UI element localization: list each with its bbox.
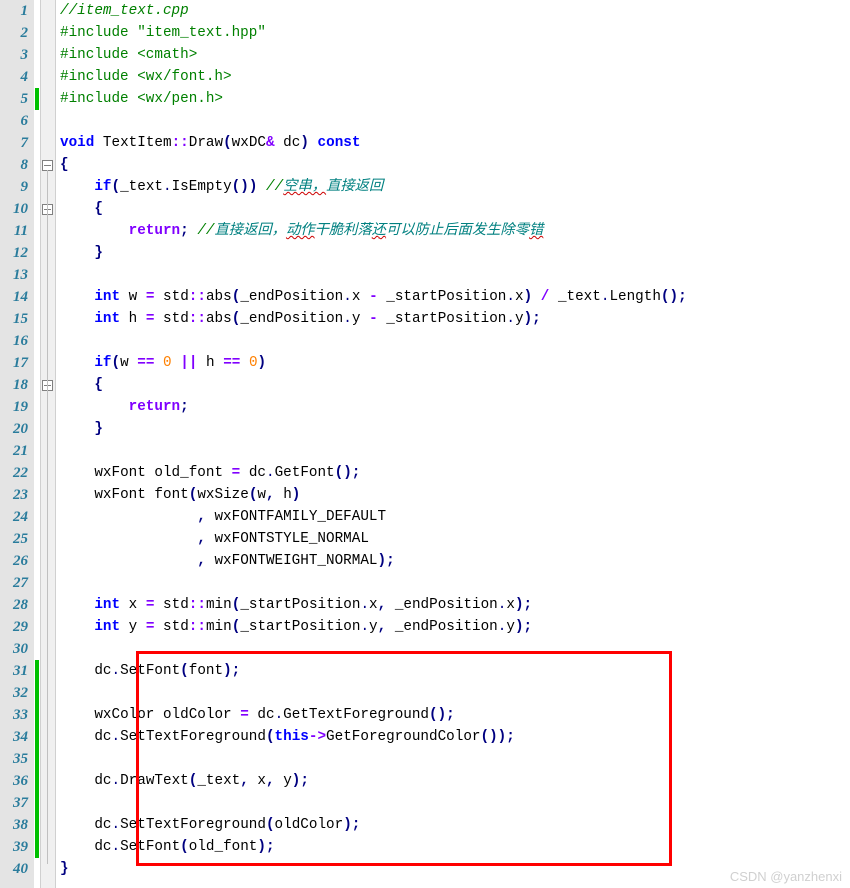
code-line[interactable]: wxFont font(wxSize(w, h)	[56, 484, 850, 506]
line-number: 15	[0, 308, 28, 330]
code-line[interactable]: #include <wx/pen.h>	[56, 88, 850, 110]
line-number: 38	[0, 814, 28, 836]
line-number: 30	[0, 638, 28, 660]
code-line[interactable]: int y = std::min(_startPosition.y, _endP…	[56, 616, 850, 638]
code-line[interactable]	[56, 638, 850, 660]
code-line[interactable]: , wxFONTWEIGHT_NORMAL);	[56, 550, 850, 572]
code-line[interactable]: dc.DrawText(_text, x, y);	[56, 770, 850, 792]
code-line[interactable]: //item_text.cpp	[56, 0, 850, 22]
code-line[interactable]	[56, 682, 850, 704]
change-indicator	[35, 836, 39, 858]
code-line[interactable]	[56, 748, 850, 770]
code-line[interactable]: }	[56, 242, 850, 264]
code-line[interactable]: dc.SetTextForeground(this->GetForeground…	[56, 726, 850, 748]
line-number: 37	[0, 792, 28, 814]
line-number: 36	[0, 770, 28, 792]
change-indicator	[35, 748, 39, 770]
line-number: 17	[0, 352, 28, 374]
code-editor[interactable]: 1234567891011121314151617181920212223242…	[0, 0, 850, 888]
line-number: 33	[0, 704, 28, 726]
code-area[interactable]: //item_text.cpp#include "item_text.hpp"#…	[56, 0, 850, 888]
line-number: 4	[0, 66, 28, 88]
change-indicator	[35, 770, 39, 792]
line-number: 34	[0, 726, 28, 748]
line-number: 18	[0, 374, 28, 396]
code-line[interactable]	[56, 572, 850, 594]
change-indicator	[35, 726, 39, 748]
change-indicator	[35, 704, 39, 726]
line-number: 31	[0, 660, 28, 682]
line-number-gutter: 1234567891011121314151617181920212223242…	[0, 0, 34, 888]
line-number: 27	[0, 572, 28, 594]
code-line[interactable]	[56, 110, 850, 132]
line-number: 7	[0, 132, 28, 154]
change-indicator	[35, 792, 39, 814]
line-number: 13	[0, 264, 28, 286]
line-number: 22	[0, 462, 28, 484]
code-line[interactable]: }	[56, 418, 850, 440]
line-number: 39	[0, 836, 28, 858]
line-number: 2	[0, 22, 28, 44]
code-line[interactable]: {	[56, 198, 850, 220]
code-line[interactable]: #include <cmath>	[56, 44, 850, 66]
code-line[interactable]: {	[56, 374, 850, 396]
change-indicator	[35, 814, 39, 836]
code-line[interactable]: dc.SetFont(old_font);	[56, 836, 850, 858]
line-number: 19	[0, 396, 28, 418]
code-line[interactable]: #include <wx/font.h>	[56, 66, 850, 88]
line-number: 9	[0, 176, 28, 198]
line-number: 10	[0, 198, 28, 220]
code-line[interactable]: , wxFONTFAMILY_DEFAULT	[56, 506, 850, 528]
code-line[interactable]	[56, 792, 850, 814]
code-line[interactable]: void TextItem::Draw(wxDC& dc) const	[56, 132, 850, 154]
code-line[interactable]	[56, 330, 850, 352]
code-line[interactable]: wxFont old_font = dc.GetFont();	[56, 462, 850, 484]
code-line[interactable]: dc.SetFont(font);	[56, 660, 850, 682]
line-number: 21	[0, 440, 28, 462]
code-line[interactable]: , wxFONTSTYLE_NORMAL	[56, 528, 850, 550]
code-line[interactable]: int w = std::abs(_endPosition.x - _start…	[56, 286, 850, 308]
line-number: 6	[0, 110, 28, 132]
code-line[interactable]: dc.SetTextForeground(oldColor);	[56, 814, 850, 836]
code-line[interactable]: #include "item_text.hpp"	[56, 22, 850, 44]
code-line[interactable]: return;	[56, 396, 850, 418]
code-line[interactable]: }	[56, 858, 850, 880]
line-number: 14	[0, 286, 28, 308]
code-line[interactable]: if(_text.IsEmpty()) //空串，直接返回	[56, 176, 850, 198]
line-number: 23	[0, 484, 28, 506]
fold-guide-line	[47, 170, 48, 864]
change-indicator	[35, 660, 39, 682]
code-line[interactable]: {	[56, 154, 850, 176]
code-line[interactable]: int x = std::min(_startPosition.x, _endP…	[56, 594, 850, 616]
line-number: 26	[0, 550, 28, 572]
code-line[interactable]: if(w == 0 || h == 0)	[56, 352, 850, 374]
line-number: 29	[0, 616, 28, 638]
line-number: 40	[0, 858, 28, 880]
line-number: 24	[0, 506, 28, 528]
code-line[interactable]: int h = std::abs(_endPosition.y - _start…	[56, 308, 850, 330]
line-number: 20	[0, 418, 28, 440]
line-number: 32	[0, 682, 28, 704]
line-number: 28	[0, 594, 28, 616]
line-number: 5	[0, 88, 28, 110]
code-line[interactable]	[56, 264, 850, 286]
fold-margin[interactable]	[40, 0, 56, 888]
line-number: 25	[0, 528, 28, 550]
line-number: 11	[0, 220, 28, 242]
line-number: 35	[0, 748, 28, 770]
line-number: 12	[0, 242, 28, 264]
change-indicator	[35, 682, 39, 704]
change-indicator	[35, 88, 39, 110]
code-line[interactable]	[56, 440, 850, 462]
line-number: 3	[0, 44, 28, 66]
code-line[interactable]: wxColor oldColor = dc.GetTextForeground(…	[56, 704, 850, 726]
code-line[interactable]: return; //直接返回，动作干脆利落还可以防止后面发生除零错	[56, 220, 850, 242]
line-number: 16	[0, 330, 28, 352]
line-number: 8	[0, 154, 28, 176]
line-number: 1	[0, 0, 28, 22]
